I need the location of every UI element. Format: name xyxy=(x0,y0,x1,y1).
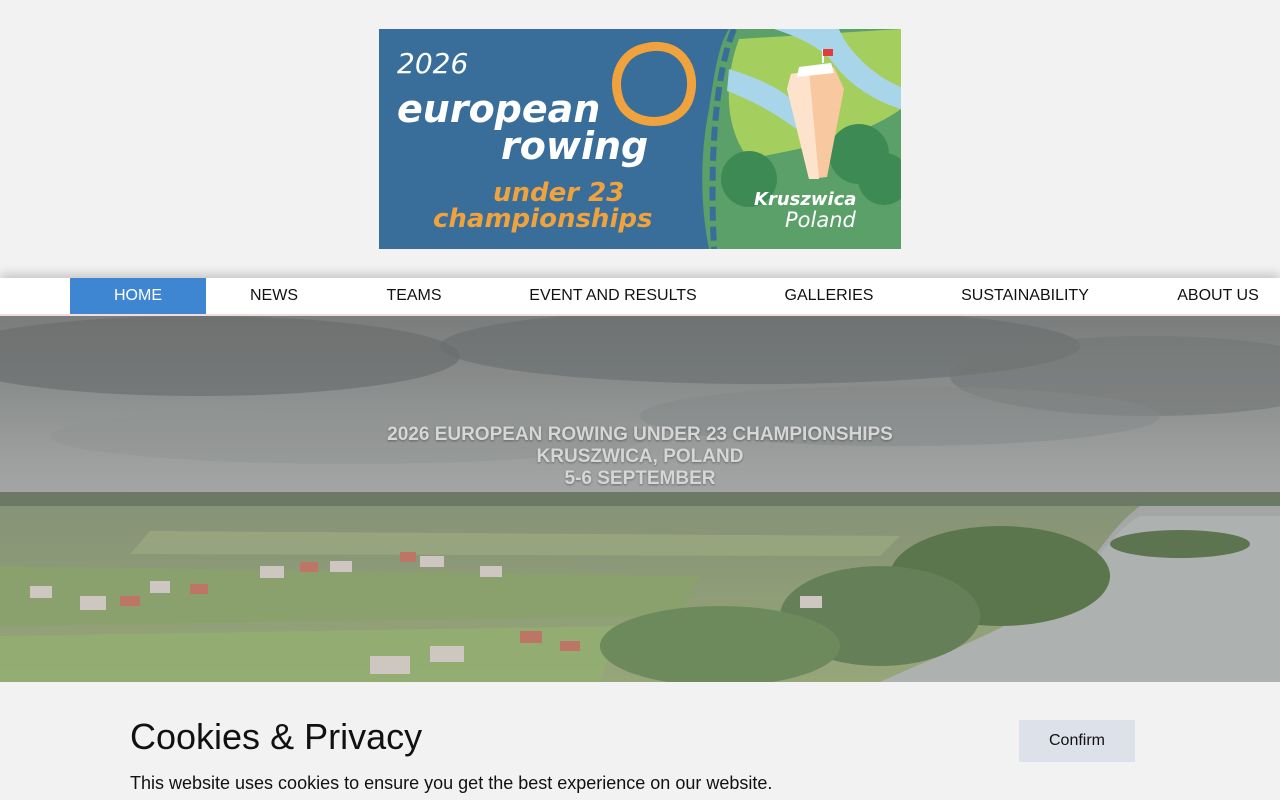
logo-city: Kruszwica xyxy=(754,189,856,210)
nav-item-sustainability[interactable]: SUSTAINABILITY xyxy=(944,278,1106,314)
championship-logo[interactable]: 2026 european rowing under 23 championsh… xyxy=(379,29,901,249)
nav-item-about-us[interactable]: ABOUT US xyxy=(1162,278,1274,314)
logo-line-rowing: rowing xyxy=(501,124,648,168)
cookie-title: Cookies & Privacy xyxy=(130,716,423,757)
logo-year: 2026 xyxy=(397,47,468,80)
main-navigation: HOME NEWS TEAMS EVENT AND RESULTS GALLER… xyxy=(0,278,1280,316)
nav-item-galleries[interactable]: GALLERIES xyxy=(766,278,892,314)
nav-item-teams[interactable]: TEAMS xyxy=(368,278,460,314)
hero-banner xyxy=(0,316,1280,682)
hero-landscape-image xyxy=(0,316,1280,682)
hero-location-line: KRUSZWICA, POLAND xyxy=(536,446,744,467)
confirm-cookies-button[interactable]: Confirm xyxy=(1019,720,1135,762)
nav-item-news[interactable]: NEWS xyxy=(230,278,318,314)
hero-date-line: 5-6 SEPTEMBER xyxy=(564,468,716,489)
nav-item-event-and-results[interactable]: EVENT AND RESULTS xyxy=(512,278,714,314)
hero-title-line: 2026 EUROPEAN ROWING UNDER 23 CHAMPIONSH… xyxy=(387,424,893,445)
logo-country: Poland xyxy=(785,208,857,232)
nav-item-home[interactable]: HOME xyxy=(70,278,206,314)
logo-line-championships: championships xyxy=(433,204,652,234)
hero-heading: 2026 EUROPEAN ROWING UNDER 23 CHAMPIONSH… xyxy=(0,424,1280,490)
cookie-description: This website uses cookies to ensure you … xyxy=(130,773,773,793)
site-header: 2026 european rowing under 23 championsh… xyxy=(0,0,1280,278)
